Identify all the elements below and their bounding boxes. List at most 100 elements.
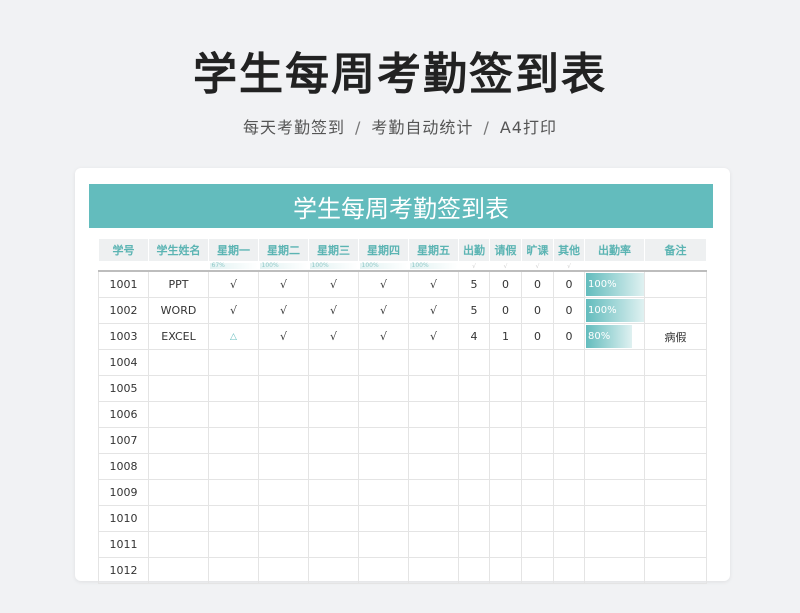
note-cell[interactable]: 病假 xyxy=(644,323,707,350)
other-count-cell[interactable] xyxy=(553,401,585,428)
day-mark-cell[interactable] xyxy=(358,401,409,428)
day-mark-cell[interactable] xyxy=(258,401,309,428)
leave-count-cell[interactable] xyxy=(489,427,522,454)
attend-count-cell[interactable] xyxy=(458,453,490,480)
attend-count-cell[interactable] xyxy=(458,557,490,584)
attendance-rate-cell[interactable] xyxy=(584,531,645,558)
day-mark-cell[interactable] xyxy=(208,557,259,584)
student-name-cell[interactable] xyxy=(148,349,209,376)
student-name-cell[interactable] xyxy=(148,531,209,558)
absent-count-cell[interactable] xyxy=(521,453,554,480)
day-mark-cell[interactable] xyxy=(308,479,359,506)
day-mark-cell[interactable]: √ xyxy=(358,297,409,324)
column-header[interactable]: 星期四 xyxy=(358,238,409,262)
other-count-cell[interactable] xyxy=(553,375,585,402)
day-mark-cell[interactable]: √ xyxy=(208,270,259,298)
day-mark-cell[interactable] xyxy=(308,349,359,376)
other-count-cell[interactable]: 0 xyxy=(553,270,585,298)
day-mark-cell[interactable] xyxy=(308,401,359,428)
day-mark-cell[interactable]: √ xyxy=(258,297,309,324)
student-id-cell[interactable]: 1002 xyxy=(98,297,149,324)
absent-count-cell[interactable]: 0 xyxy=(521,323,554,350)
student-name-cell[interactable] xyxy=(148,505,209,532)
day-mark-cell[interactable] xyxy=(408,375,459,402)
student-id-cell[interactable]: 1011 xyxy=(98,531,149,558)
day-mark-cell[interactable] xyxy=(258,349,309,376)
student-name-cell[interactable]: PPT xyxy=(148,270,209,298)
attendance-rate-cell[interactable] xyxy=(584,401,645,428)
column-header[interactable]: 学号 xyxy=(98,238,149,262)
day-mark-cell[interactable] xyxy=(408,557,459,584)
day-mark-cell[interactable] xyxy=(408,453,459,480)
day-mark-cell[interactable] xyxy=(258,453,309,480)
column-header[interactable]: 星期二 xyxy=(258,238,309,262)
student-id-cell[interactable]: 1006 xyxy=(98,401,149,428)
day-mark-cell[interactable] xyxy=(258,531,309,558)
day-mark-cell[interactable]: √ xyxy=(308,297,359,324)
other-count-cell[interactable] xyxy=(553,453,585,480)
day-mark-cell[interactable] xyxy=(258,375,309,402)
student-id-cell[interactable]: 1012 xyxy=(98,557,149,584)
day-mark-cell[interactable] xyxy=(358,375,409,402)
leave-count-cell[interactable] xyxy=(489,505,522,532)
column-header[interactable]: 请假 xyxy=(489,238,522,262)
student-id-cell[interactable]: 1004 xyxy=(98,349,149,376)
student-name-cell[interactable] xyxy=(148,557,209,584)
day-mark-cell[interactable] xyxy=(408,479,459,506)
student-name-cell[interactable] xyxy=(148,427,209,454)
day-mark-cell[interactable] xyxy=(258,427,309,454)
column-header[interactable]: 星期五 xyxy=(408,238,459,262)
attend-count-cell[interactable]: 5 xyxy=(458,297,490,324)
absent-count-cell[interactable] xyxy=(521,557,554,584)
leave-count-cell[interactable] xyxy=(489,531,522,558)
student-name-cell[interactable] xyxy=(148,479,209,506)
attendance-rate-cell[interactable]: 80% xyxy=(584,323,645,350)
student-id-cell[interactable]: 1005 xyxy=(98,375,149,402)
absent-count-cell[interactable] xyxy=(521,349,554,376)
note-cell[interactable] xyxy=(644,427,707,454)
note-cell[interactable] xyxy=(644,401,707,428)
day-mark-cell[interactable] xyxy=(208,427,259,454)
day-mark-cell[interactable]: √ xyxy=(408,297,459,324)
attendance-rate-cell[interactable] xyxy=(584,349,645,376)
absent-count-cell[interactable]: 0 xyxy=(521,297,554,324)
note-cell[interactable] xyxy=(644,505,707,532)
note-cell[interactable] xyxy=(644,375,707,402)
day-mark-cell[interactable]: √ xyxy=(258,323,309,350)
day-mark-cell[interactable] xyxy=(258,479,309,506)
leave-count-cell[interactable] xyxy=(489,375,522,402)
column-header[interactable]: 学生姓名 xyxy=(148,238,209,262)
absent-count-cell[interactable] xyxy=(521,375,554,402)
attend-count-cell[interactable]: 4 xyxy=(458,323,490,350)
column-header[interactable]: 旷课 xyxy=(521,238,554,262)
student-id-cell[interactable]: 1008 xyxy=(98,453,149,480)
note-cell[interactable] xyxy=(644,557,707,584)
attendance-rate-cell[interactable] xyxy=(584,479,645,506)
day-mark-cell[interactable] xyxy=(358,427,409,454)
other-count-cell[interactable] xyxy=(553,479,585,506)
leave-count-cell[interactable] xyxy=(489,401,522,428)
note-cell[interactable] xyxy=(644,270,707,298)
column-header[interactable]: 出勤 xyxy=(458,238,490,262)
note-cell[interactable] xyxy=(644,297,707,324)
attendance-rate-cell[interactable]: 100% xyxy=(584,270,645,298)
day-mark-cell[interactable] xyxy=(358,505,409,532)
day-mark-cell[interactable]: √ xyxy=(258,270,309,298)
attendance-rate-cell[interactable] xyxy=(584,375,645,402)
day-mark-cell[interactable] xyxy=(308,375,359,402)
leave-count-cell[interactable] xyxy=(489,479,522,506)
day-mark-cell[interactable] xyxy=(208,531,259,558)
day-mark-cell[interactable] xyxy=(308,531,359,558)
other-count-cell[interactable] xyxy=(553,349,585,376)
day-mark-cell[interactable] xyxy=(208,401,259,428)
leave-count-cell[interactable]: 1 xyxy=(489,323,522,350)
student-id-cell[interactable]: 1010 xyxy=(98,505,149,532)
student-id-cell[interactable]: 1003 xyxy=(98,323,149,350)
day-mark-cell[interactable]: √ xyxy=(358,323,409,350)
absent-count-cell[interactable] xyxy=(521,505,554,532)
absent-count-cell[interactable]: 0 xyxy=(521,270,554,298)
day-mark-cell[interactable] xyxy=(308,427,359,454)
day-mark-cell[interactable]: √ xyxy=(208,297,259,324)
attend-count-cell[interactable] xyxy=(458,349,490,376)
day-mark-cell[interactable]: √ xyxy=(408,270,459,298)
